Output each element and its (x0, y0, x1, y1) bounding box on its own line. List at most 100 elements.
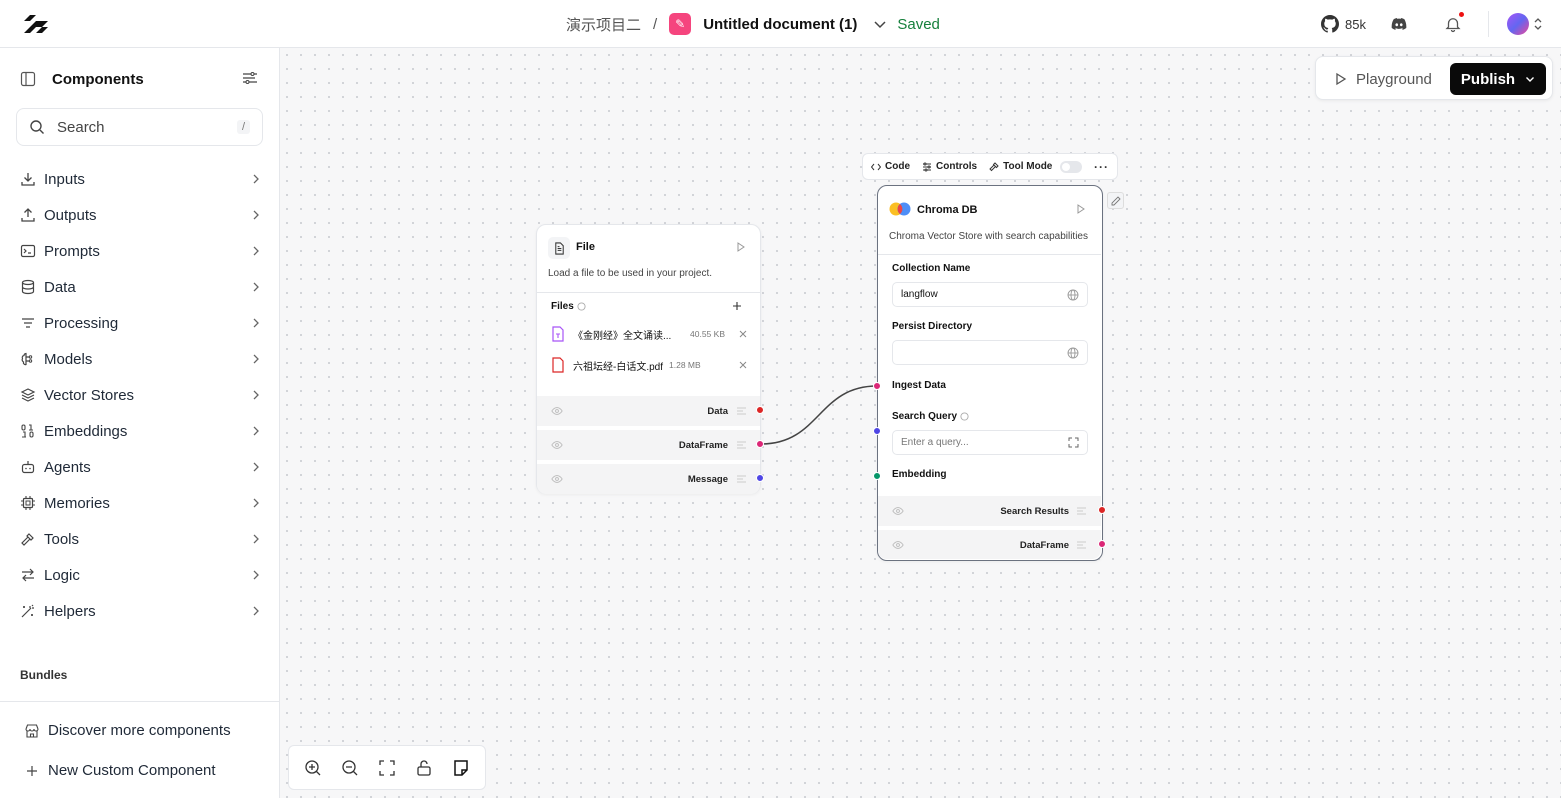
file-item[interactable]: 六祖坛经-白话文.pdf 1.28 MB (551, 356, 747, 374)
document-title[interactable]: Untitled document (1) (703, 16, 857, 33)
search-query-input-handle[interactable] (873, 427, 881, 435)
collection-name-input[interactable]: langflow (892, 282, 1088, 307)
category-label: Processing (44, 314, 119, 332)
persist-directory-input[interactable] (892, 340, 1088, 365)
ingest-data-input-handle[interactable] (873, 382, 881, 390)
edit-pencil-icon[interactable] (1107, 192, 1124, 209)
controls-button[interactable]: Controls (922, 161, 977, 172)
tool-mode-toggle[interactable] (1060, 160, 1083, 173)
category-data[interactable]: Data (20, 275, 262, 299)
eye-icon[interactable] (551, 473, 563, 485)
output-row-search-results[interactable]: Search Results (878, 496, 1101, 526)
search-query-input[interactable]: Enter a query... (892, 430, 1088, 455)
notification-dot (1459, 12, 1464, 17)
list-filter-icon (20, 315, 36, 331)
category-tools[interactable]: Tools (20, 527, 262, 551)
output-row-message[interactable]: Message (537, 464, 760, 494)
terminal-icon (20, 243, 36, 259)
run-icon[interactable] (736, 242, 746, 252)
node-description: Load a file to be used in your project. (548, 268, 712, 279)
settings-sliders-icon[interactable] (242, 70, 258, 86)
sidebar-toggle-icon[interactable] (20, 71, 36, 87)
discover-components-link[interactable]: Discover more components (24, 722, 231, 739)
category-vector-stores[interactable]: Vector Stores (20, 383, 262, 407)
header-divider (1488, 11, 1489, 37)
eye-icon[interactable] (892, 505, 904, 517)
expand-icon[interactable] (1068, 437, 1079, 448)
persist-directory-label: Persist Directory (892, 321, 973, 332)
notifications-button[interactable] (1444, 12, 1464, 33)
dataframe-output-handle[interactable] (756, 440, 764, 448)
output-label: Data (707, 406, 728, 417)
code-button[interactable]: Code (871, 161, 910, 172)
list-icon (737, 441, 746, 449)
output-row-dataframe[interactable]: DataFrame (537, 430, 760, 460)
publish-button[interactable]: Publish (1450, 63, 1546, 95)
category-embeddings[interactable]: Embeddings (20, 419, 262, 443)
brain-icon (20, 351, 36, 367)
category-models[interactable]: Models (20, 347, 262, 371)
remove-file-icon[interactable] (739, 330, 747, 338)
message-output-handle[interactable] (756, 474, 764, 482)
chevron-right-icon (253, 174, 259, 184)
chevron-down-icon[interactable] (873, 17, 887, 31)
discover-label: Discover more components (48, 722, 231, 739)
tool-mode-toggle-group[interactable]: Tool Mode (989, 161, 1052, 172)
search-input[interactable]: Search / (16, 108, 263, 146)
sidebar-footer: Discover more components New Custom Comp… (0, 701, 279, 798)
file-node[interactable]: File Load a file to be used in your proj… (536, 224, 761, 494)
langflow-logo-icon[interactable] (22, 12, 50, 36)
category-inputs[interactable]: Inputs (20, 167, 262, 191)
category-logic[interactable]: Logic (20, 563, 262, 587)
category-prompts[interactable]: Prompts (20, 239, 262, 263)
eye-icon[interactable] (892, 539, 904, 551)
wand-icon (20, 603, 36, 619)
chevron-right-icon (253, 534, 259, 544)
github-link[interactable]: 85k (1321, 15, 1366, 33)
list-icon (737, 475, 746, 483)
add-file-icon[interactable] (732, 301, 742, 311)
new-custom-component-button[interactable]: New Custom Component (24, 762, 216, 779)
run-icon[interactable] (1076, 204, 1086, 214)
zoom-out-icon[interactable] (341, 759, 359, 777)
output-row-dataframe[interactable]: DataFrame (878, 530, 1101, 559)
chroma-db-node[interactable]: Chroma DB Chroma Vector Store with searc… (877, 185, 1103, 561)
account-menu[interactable] (1507, 13, 1543, 35)
zoom-in-icon[interactable] (304, 759, 322, 777)
category-label: Embeddings (44, 422, 128, 440)
more-options-icon[interactable]: ··· (1094, 160, 1109, 174)
output-row-data[interactable]: Data (537, 396, 760, 426)
fit-view-icon[interactable] (378, 759, 396, 777)
eye-icon[interactable] (551, 439, 563, 451)
category-processing[interactable]: Processing (20, 311, 262, 335)
chevron-down-icon (1526, 77, 1535, 82)
category-helpers[interactable]: Helpers (20, 599, 262, 623)
lock-open-icon[interactable] (415, 759, 433, 777)
cpu-icon (20, 495, 36, 511)
chevron-right-icon (253, 246, 259, 256)
file-item[interactable]: 《金刚经》全文诵读... 40.55 KB (551, 325, 747, 343)
category-agents[interactable]: Agents (20, 455, 262, 479)
sticky-note-icon[interactable] (452, 759, 470, 777)
category-outputs[interactable]: Outputs (20, 203, 262, 227)
chevron-right-icon (253, 318, 259, 328)
dataframe-output-handle[interactable] (1098, 540, 1106, 548)
chevrons-up-down-icon (1534, 18, 1542, 30)
category-label: Prompts (44, 242, 100, 260)
controls-label: Controls (936, 161, 978, 172)
divider (878, 254, 1101, 255)
eye-icon[interactable] (551, 405, 563, 417)
data-output-handle[interactable] (756, 406, 764, 414)
remove-file-icon[interactable] (739, 361, 747, 369)
project-name[interactable]: 演示项目二 (566, 14, 641, 35)
category-label: Outputs (44, 206, 97, 224)
search-results-output-handle[interactable] (1098, 506, 1106, 514)
bundles-heading: Bundles (20, 668, 68, 682)
globe-icon[interactable] (1067, 347, 1079, 359)
discord-icon[interactable] (1390, 15, 1408, 33)
playground-button[interactable]: Playground (1334, 65, 1432, 93)
globe-icon[interactable] (1067, 289, 1079, 301)
chroma-logo-icon (889, 202, 911, 216)
embedding-input-handle[interactable] (873, 472, 881, 480)
category-memories[interactable]: Memories (20, 491, 262, 515)
